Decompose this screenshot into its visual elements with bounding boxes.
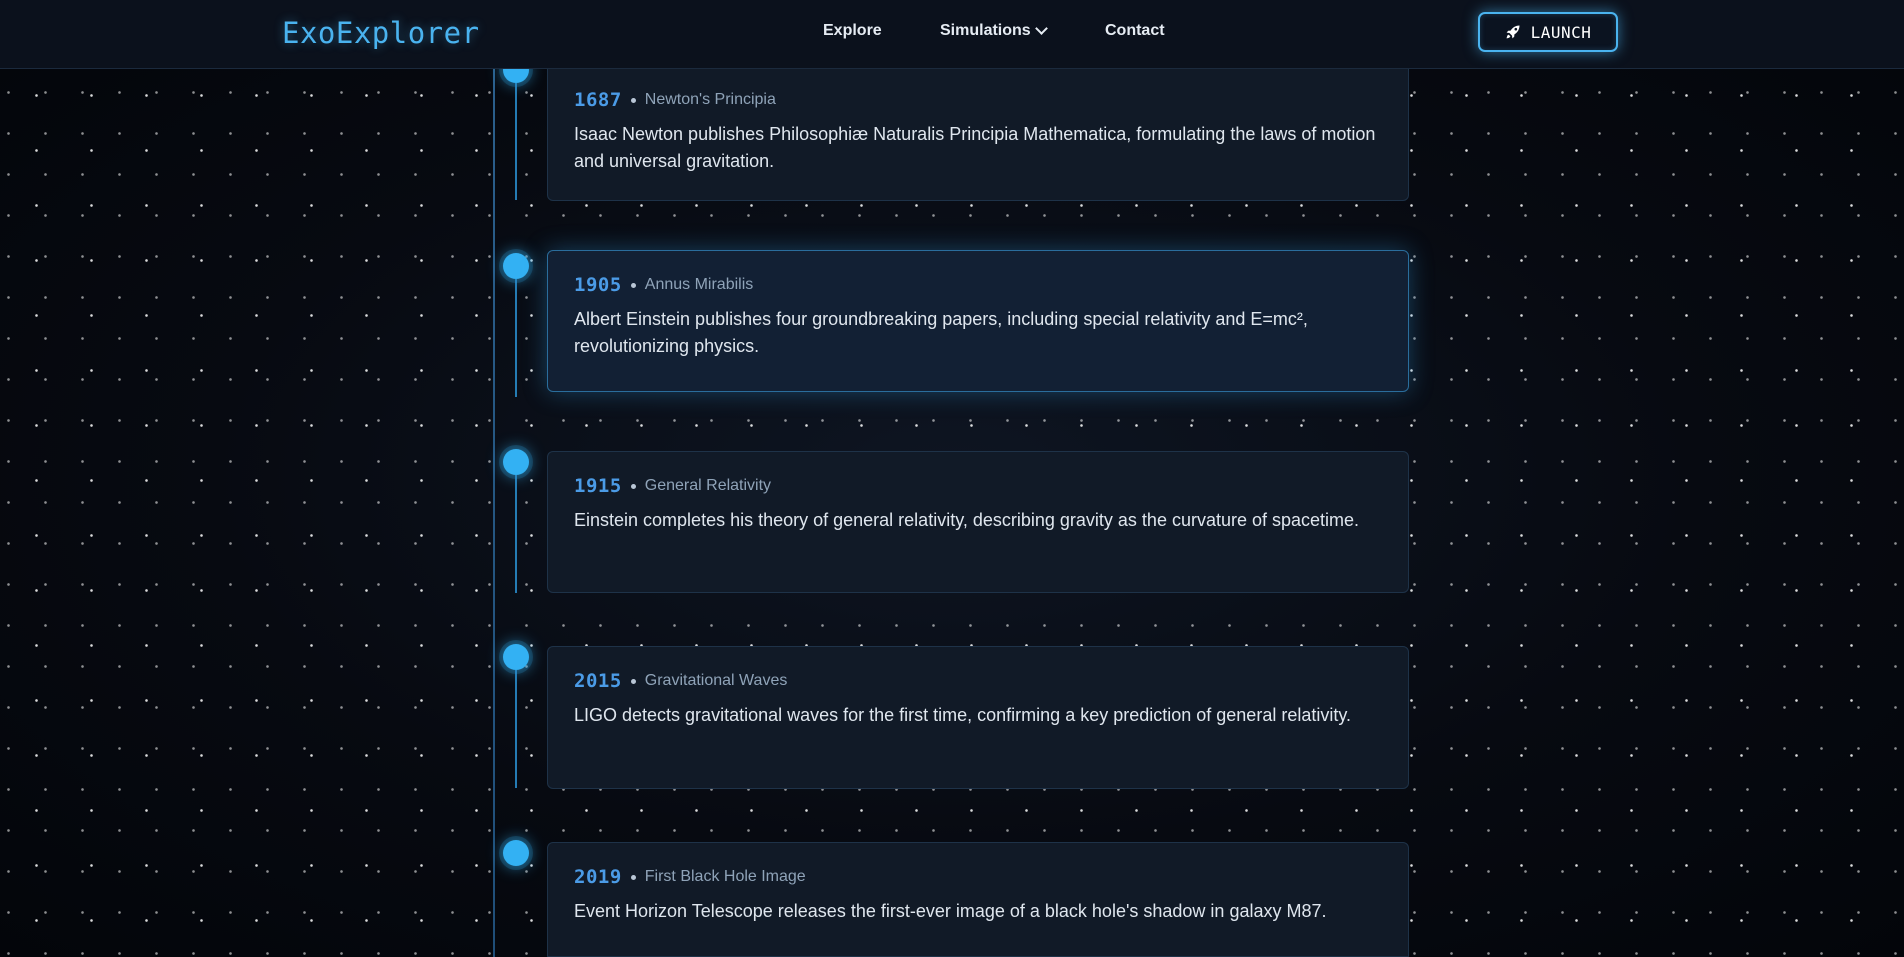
rocket-icon: [1506, 25, 1520, 39]
navbar: ExoExplorer Explore Simulations Contact …: [0, 0, 1904, 69]
timeline-node: [503, 253, 529, 279]
event-year: 1915: [574, 475, 622, 497]
nav-links: Explore Simulations Contact: [823, 22, 1165, 40]
separator-dot: [630, 97, 636, 103]
event-description: LIGO detects gravitational waves for the…: [574, 705, 1352, 725]
timeline-node: [503, 644, 529, 670]
event-title: General Relativity: [644, 477, 772, 494]
nav-link-explore[interactable]: Explore: [823, 22, 940, 40]
event-title: Newton's Principia: [644, 91, 776, 108]
timeline-card[interactable]: 1915 General Relativity Einstein complet…: [547, 451, 1409, 593]
event-year: 2019: [574, 866, 622, 888]
event-title: Gravitational Waves: [644, 672, 788, 689]
event-title: First Black Hole Image: [644, 868, 806, 885]
timeline-card[interactable]: 2019 First Black Hole Image Event Horizo…: [547, 842, 1409, 957]
separator-dot: [630, 678, 636, 684]
event-year: 1687: [574, 89, 622, 111]
nav-link-label: Simulations: [940, 22, 1031, 39]
timeline-card-active[interactable]: 1905 Annus Mirabilis Albert Einstein pub…: [547, 250, 1409, 392]
page: 1687 Newton's Principia Isaac Newton pub…: [0, 0, 1904, 957]
separator-dot: [630, 874, 636, 880]
event-year: 2015: [574, 670, 622, 692]
timeline-node: [503, 840, 529, 866]
timeline-stem: [515, 279, 517, 397]
event-title: Annus Mirabilis: [644, 276, 754, 293]
nav-link-simulations[interactable]: Simulations: [940, 22, 1105, 40]
separator-dot: [630, 483, 636, 489]
card-meta: 1905 Annus Mirabilis: [574, 274, 1382, 296]
event-description: Event Horizon Telescope releases the fir…: [574, 901, 1327, 921]
event-description: Isaac Newton publishes Philosophiæ Natur…: [574, 124, 1376, 171]
timeline-stem: [515, 670, 517, 788]
launch-button[interactable]: LAUNCH: [1478, 12, 1618, 52]
card-meta: 2015 Gravitational Waves: [574, 670, 1382, 692]
event-year: 1905: [574, 274, 622, 296]
timeline-axis: [493, 68, 495, 957]
logo[interactable]: ExoExplorer: [282, 16, 480, 50]
event-description: Einstein completes his theory of general…: [574, 510, 1360, 530]
card-meta: 1915 General Relativity: [574, 475, 1382, 497]
event-description: Albert Einstein publishes four groundbre…: [574, 309, 1308, 356]
nav-link-contact[interactable]: Contact: [1105, 22, 1165, 40]
chevron-down-icon: [1034, 22, 1048, 35]
timeline-stem: [515, 475, 517, 593]
timeline-stem: [515, 83, 517, 200]
timeline-node: [503, 449, 529, 475]
launch-label: LAUNCH: [1530, 22, 1592, 42]
timeline-card[interactable]: 2015 Gravitational Waves LIGO detects gr…: [547, 646, 1409, 789]
card-meta: 1687 Newton's Principia: [574, 89, 1382, 111]
separator-dot: [630, 282, 636, 288]
card-meta: 2019 First Black Hole Image: [574, 866, 1382, 888]
